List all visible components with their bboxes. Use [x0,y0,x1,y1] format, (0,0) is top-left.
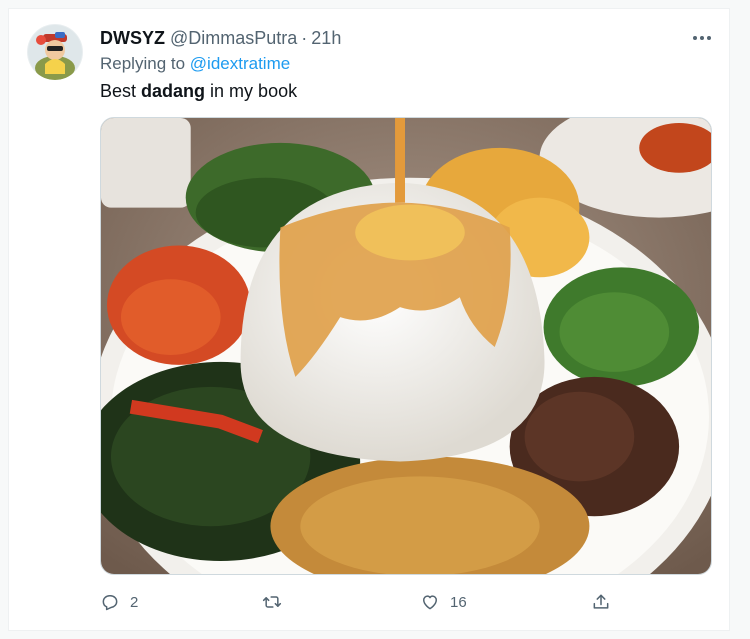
reply-button[interactable]: 2 [100,587,138,617]
tweet-actions: 2 16 [100,587,712,617]
reply-mention-link[interactable]: @idextratime [190,54,290,73]
tweet-time[interactable]: 21h [311,28,341,49]
tweet-text-after: in my book [205,81,298,101]
replying-to-label: Replying to [100,54,190,73]
tweet-text-bold: dadang [141,81,206,101]
retweet-button[interactable] [262,587,292,617]
like-count: 16 [450,593,467,611]
tweet-text-before: Best [100,81,142,101]
photo-of-rice-plate-icon [101,118,711,574]
user-handle[interactable]: @DimmasPutra [170,28,297,49]
tweet-header: DWSYZ @DimmasPutra · 21h [100,26,717,50]
like-button[interactable]: 16 [420,587,467,617]
replying-to: Replying to @idextratime [100,54,290,74]
reply-count: 2 [130,593,139,611]
tweet-media-photo[interactable] [100,117,712,575]
more-options-button[interactable] [689,28,715,48]
share-button[interactable] [591,587,621,617]
tweet-text: Best dadang in my book [100,81,297,102]
tweet-card[interactable]: DWSYZ @DimmasPutra · 21h Replying to @id… [8,8,730,631]
heart-icon [423,595,437,610]
avatar-image [27,24,83,80]
separator-dot: · [301,27,308,48]
retweet-icon [262,596,282,608]
display-name[interactable]: DWSYZ [100,28,165,49]
share-icon [593,594,609,609]
reply-icon [102,595,118,611]
user-avatar[interactable] [27,24,83,80]
more-horizontal-icon [693,36,711,40]
